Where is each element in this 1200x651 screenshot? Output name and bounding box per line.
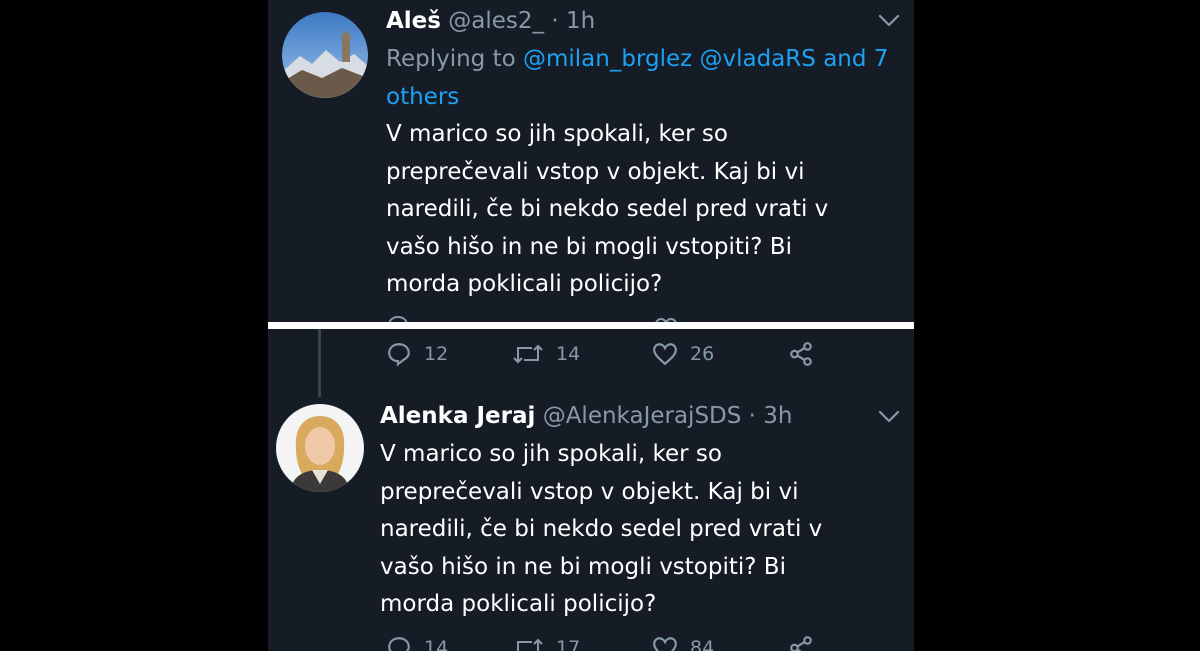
reply-icon xyxy=(388,637,410,651)
share-icon xyxy=(790,342,812,366)
user-handle[interactable]: @ales2_ xyxy=(448,8,544,34)
tweet-header: Aleš @ales2_ · 1h xyxy=(386,6,595,36)
tweet-line: naredili, če bi nekdo sedel pred vrati v xyxy=(386,196,829,222)
retweet-count: 17 xyxy=(556,637,581,651)
replying-mentions[interactable]: @milan_brglez @vladaRS xyxy=(523,46,816,72)
share-button[interactable] xyxy=(788,635,814,651)
like-button[interactable]: 26 xyxy=(652,341,714,367)
retweet-icon xyxy=(517,638,543,651)
avatar[interactable] xyxy=(276,404,364,492)
tweet-line: morda poklicali policijo? xyxy=(386,271,663,297)
tweet-line: morda poklicali policijo? xyxy=(380,591,657,617)
screenshot-divider xyxy=(268,322,914,329)
reply-icon xyxy=(388,315,408,322)
display-name[interactable]: Aleš xyxy=(386,8,441,34)
retweet-button[interactable]: 17 xyxy=(512,635,580,651)
heart-icon xyxy=(653,343,677,366)
tweet-line: preprečevali vstop v objekt. Kaj bi vi xyxy=(386,158,805,185)
tweet-line: V marico so jih spokali, ker so xyxy=(386,121,728,147)
tweet-text: V marico so jih spokali, ker so prepreče… xyxy=(386,116,886,304)
display-name[interactable]: Alenka Jeraj xyxy=(380,403,535,429)
chevron-down-icon[interactable] xyxy=(878,14,900,28)
tweet-header: Alenka Jeraj @AlenkaJerajSDS · 3h xyxy=(380,401,793,431)
share-button[interactable] xyxy=(788,341,814,367)
like-button[interactable]: 84 xyxy=(652,635,714,651)
tweet-line: naredili, če bi nekdo sedel pred vrati v xyxy=(380,516,823,542)
reply-button[interactable]: 12 xyxy=(386,341,448,367)
retweet-count: 14 xyxy=(556,343,581,365)
tweet1-action-bar: 12 14 26 xyxy=(386,341,906,371)
reply-count: 12 xyxy=(424,343,449,365)
thread-connector xyxy=(318,329,321,397)
reply-count: 14 xyxy=(424,637,449,651)
replying-to-label: Replying to xyxy=(386,46,516,72)
tweet2-action-bar: 14 17 84 xyxy=(386,635,906,651)
like-count: 26 xyxy=(690,343,715,365)
tweet-card-alenka[interactable]: 12 14 26 Alenka Jeraj @AlenkaJerajSDS · … xyxy=(268,329,914,651)
tweet-text: V marico so jih spokali, ker so prepreče… xyxy=(380,436,880,624)
tweet-card-ales[interactable]: Aleš @ales2_ · 1h Replying to @milan_brg… xyxy=(268,0,914,322)
retweet-icon xyxy=(513,344,543,364)
heart-icon xyxy=(653,637,677,651)
reply-icon xyxy=(388,343,410,367)
separator-dot: · xyxy=(551,8,559,34)
chevron-down-icon[interactable] xyxy=(878,410,900,424)
tweet-line: preprečevali vstop v objekt. Kaj bi vi xyxy=(380,478,799,505)
tweet-line: V marico so jih spokali, ker so xyxy=(380,441,722,467)
like-count: 84 xyxy=(690,637,715,651)
share-icon xyxy=(790,636,812,651)
reply-button[interactable]: 14 xyxy=(386,635,448,651)
timestamp[interactable]: 1h xyxy=(566,8,595,34)
user-handle[interactable]: @AlenkaJerajSDS xyxy=(543,403,742,429)
replying-and: and xyxy=(823,46,867,72)
retweet-button[interactable]: 14 xyxy=(512,341,580,367)
avatar[interactable] xyxy=(282,12,368,98)
replying-to: Replying to @milan_brglez @vladaRS and 7… xyxy=(386,40,914,116)
separator-dot: · xyxy=(748,403,756,429)
timestamp[interactable]: 3h xyxy=(763,403,792,429)
tweet-line: vašo hišo in ne bi mogli vstopiti? Bi xyxy=(380,553,786,580)
tweet-line: vašo hišo in ne bi mogli vstopiti? Bi xyxy=(386,233,792,260)
